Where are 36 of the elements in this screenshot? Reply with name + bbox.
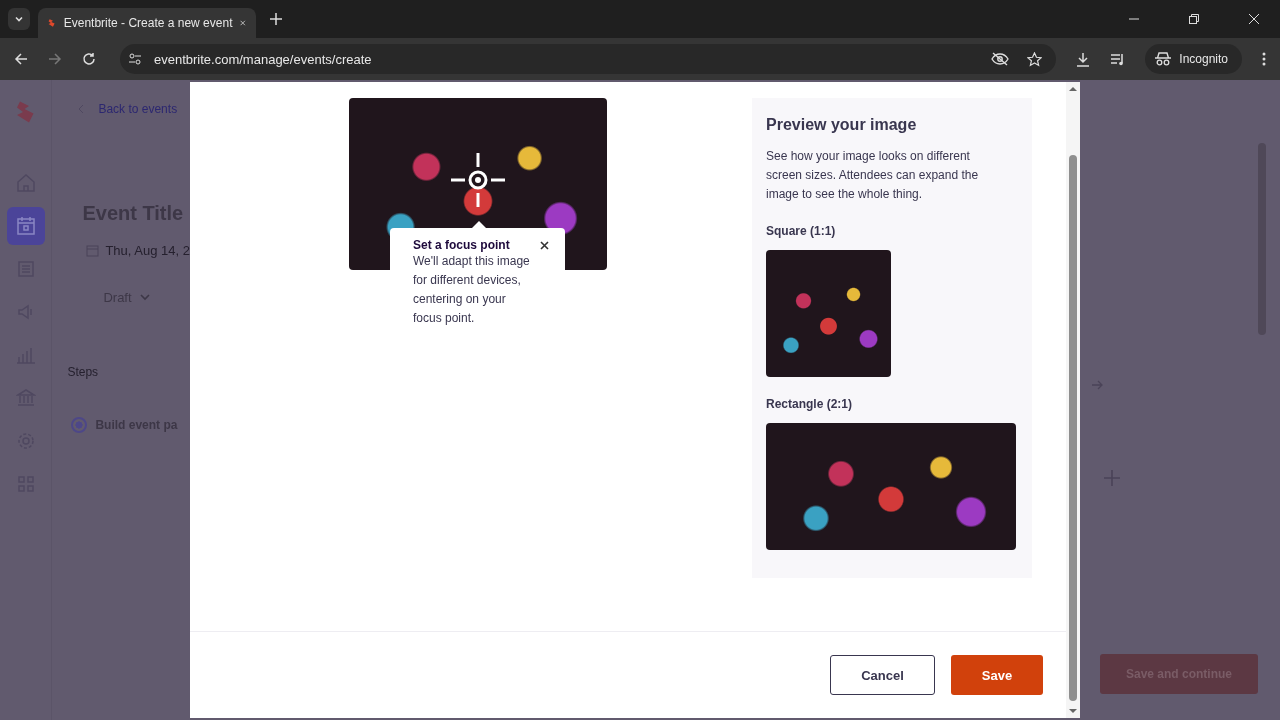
download-icon[interactable]	[1076, 51, 1091, 67]
incognito-profile-button[interactable]: Incognito	[1145, 44, 1242, 74]
crosshair-icon[interactable]	[449, 151, 507, 209]
calendar-icon	[15, 216, 36, 236]
steps-heading: Steps	[67, 365, 99, 379]
close-icon[interactable]	[540, 240, 549, 250]
event-date: Thu, Aug 14, 2	[105, 243, 190, 258]
incognito-icon	[1155, 52, 1172, 66]
preview-description: See how your image looks on different screen sizes. Attendees can expand the image to see the whole thing.	[766, 148, 980, 203]
cancel-button[interactable]: Cancel	[830, 655, 935, 695]
reload-icon[interactable]	[82, 52, 96, 66]
star-icon[interactable]	[1027, 51, 1043, 67]
back-arrow-icon[interactable]	[14, 52, 28, 66]
eye-slash-icon[interactable]	[991, 52, 1010, 66]
forward-arrow-icon[interactable]	[48, 52, 62, 66]
new-tab-icon[interactable]	[270, 13, 282, 25]
chevron-down-icon	[139, 294, 150, 301]
media-queue-icon[interactable]	[1110, 52, 1126, 66]
tab-title: Eventbrite - Create a new event	[63, 16, 233, 30]
rectangle-label: Rectangle (2:1)	[766, 397, 853, 411]
save-button[interactable]: Save	[951, 655, 1043, 695]
step-radio[interactable]	[71, 417, 88, 433]
more-menu-icon[interactable]	[1262, 52, 1266, 66]
url-text: eventbrite.com/manage/events/create	[154, 51, 372, 67]
address-bar[interactable]: eventbrite.com/manage/events/create	[120, 44, 1057, 74]
restore-icon[interactable]	[1189, 14, 1199, 24]
site-settings-icon[interactable]	[128, 52, 142, 66]
scroll-down-icon[interactable]	[1069, 709, 1077, 714]
browser-tab[interactable]: Eventbrite - Create a new event	[38, 8, 256, 38]
tab-list-button[interactable]	[8, 8, 30, 30]
preview-title: Preview your image	[766, 116, 917, 134]
square-label: Square (1:1)	[766, 224, 836, 238]
scrollbar[interactable]	[1066, 82, 1080, 718]
tooltip-title: Set a focus point	[413, 238, 510, 252]
scroll-up-icon[interactable]	[1069, 86, 1077, 91]
tooltip-text: We'll adapt this image for different devices, centering on your focus point.	[413, 253, 531, 327]
